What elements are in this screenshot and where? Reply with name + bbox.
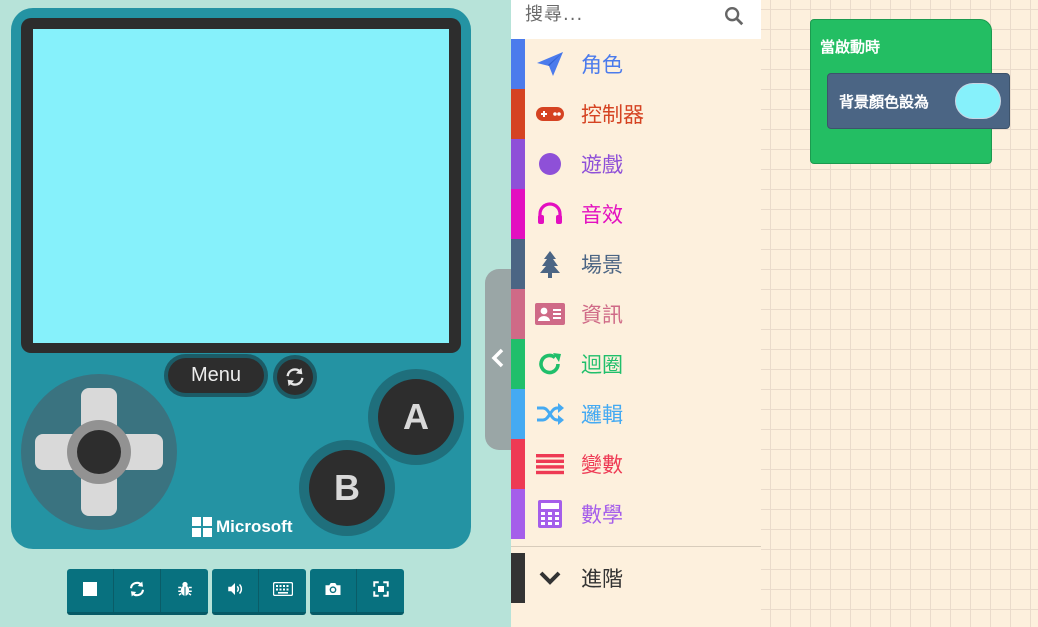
category-loops[interactable]: 迴圈 bbox=[511, 339, 761, 389]
simulator-toolbar bbox=[67, 569, 404, 615]
game-console: Menu A B Microsoft bbox=[11, 8, 471, 549]
category-label: 數學 bbox=[581, 503, 623, 527]
category-color-bar bbox=[511, 239, 525, 289]
category-label: 角色 bbox=[581, 53, 623, 77]
set-background-color-block[interactable]: 背景顏色設為 bbox=[827, 73, 1010, 129]
speaker-icon bbox=[226, 580, 244, 602]
menu-button[interactable]: Menu bbox=[164, 354, 268, 397]
category-game[interactable]: 遊戲 bbox=[511, 139, 761, 189]
category-label: 場景 bbox=[581, 253, 623, 277]
category-label: 變數 bbox=[581, 453, 623, 477]
category-math[interactable]: 數學 bbox=[511, 489, 761, 539]
paper-plane-icon bbox=[525, 39, 575, 89]
category-color-bar bbox=[511, 439, 525, 489]
id-card-icon bbox=[525, 289, 575, 339]
category-logic[interactable]: 邏輯 bbox=[511, 389, 761, 439]
on-start-label: 當啟動時 bbox=[820, 38, 881, 56]
simulator-panel: Menu A B Microsoft bbox=[0, 0, 511, 627]
collapse-simulator-button[interactable] bbox=[485, 269, 511, 450]
category-color-bar bbox=[511, 39, 525, 89]
keyboard-icon bbox=[272, 581, 293, 600]
category-label: 進階 bbox=[581, 567, 623, 591]
fullscreen-button[interactable] bbox=[357, 569, 404, 612]
set-background-color-label: 背景顏色設為 bbox=[839, 93, 930, 111]
stop-icon bbox=[83, 581, 97, 600]
circle-icon bbox=[525, 139, 575, 189]
brand-label: Microsoft bbox=[216, 517, 293, 536]
search-input[interactable] bbox=[525, 0, 725, 28]
category-color-bar bbox=[511, 89, 525, 139]
windows-logo-icon bbox=[192, 517, 212, 537]
loop-arrow-icon bbox=[525, 339, 575, 389]
button-a-ring: A bbox=[368, 369, 464, 465]
restart-button[interactable] bbox=[114, 569, 161, 612]
sound-button[interactable] bbox=[212, 569, 259, 612]
category-color-bar bbox=[511, 139, 525, 189]
toolbox-search bbox=[511, 0, 761, 39]
refresh-icon bbox=[277, 359, 313, 395]
list-icon bbox=[525, 439, 575, 489]
category-info[interactable]: 資訊 bbox=[511, 289, 761, 339]
category-advanced[interactable]: 進階 bbox=[511, 553, 761, 603]
screenshot-button[interactable] bbox=[310, 569, 357, 612]
calculator-icon bbox=[525, 489, 575, 539]
fullscreen-icon bbox=[372, 580, 390, 602]
category-label: 遊戲 bbox=[581, 153, 623, 177]
category-color-bar bbox=[511, 553, 525, 603]
category-label: 迴圈 bbox=[581, 353, 623, 377]
category-label: 音效 bbox=[581, 203, 623, 227]
button-a[interactable]: A bbox=[378, 379, 454, 455]
stop-button[interactable] bbox=[67, 569, 114, 612]
dpad-center bbox=[67, 420, 131, 484]
toolbox-divider bbox=[511, 546, 761, 547]
screen-bezel bbox=[21, 18, 461, 353]
category-sprites[interactable]: 角色 bbox=[511, 39, 761, 89]
menu-button-label: Menu bbox=[168, 358, 264, 393]
button-b-ring: B bbox=[299, 440, 395, 536]
category-color-bar bbox=[511, 189, 525, 239]
color-picker-field[interactable] bbox=[955, 83, 1001, 119]
toolbar-group-run bbox=[67, 569, 208, 615]
category-music[interactable]: 音效 bbox=[511, 189, 761, 239]
bug-icon bbox=[176, 580, 194, 602]
microsoft-logo: Microsoft bbox=[192, 517, 293, 537]
block-toolbox: 角色 控制器 遊戲 音效 bbox=[511, 0, 761, 627]
restart-icon bbox=[128, 580, 146, 602]
category-color-bar bbox=[511, 339, 525, 389]
toolbar-group-view bbox=[310, 569, 404, 615]
button-b[interactable]: B bbox=[309, 450, 385, 526]
camera-icon bbox=[324, 581, 342, 601]
shuffle-icon bbox=[525, 389, 575, 439]
category-color-bar bbox=[511, 289, 525, 339]
gamepad-icon bbox=[525, 89, 575, 139]
chevron-left-icon bbox=[491, 347, 505, 373]
category-label: 邏輯 bbox=[581, 403, 623, 427]
chevron-down-icon bbox=[525, 553, 575, 603]
category-scene[interactable]: 場景 bbox=[511, 239, 761, 289]
search-icon[interactable] bbox=[723, 5, 745, 27]
game-screen[interactable] bbox=[33, 29, 449, 343]
category-controller[interactable]: 控制器 bbox=[511, 89, 761, 139]
dpad[interactable] bbox=[21, 374, 177, 530]
category-color-bar bbox=[511, 489, 525, 539]
debug-button[interactable] bbox=[161, 569, 208, 612]
keyboard-button[interactable] bbox=[259, 569, 306, 612]
category-variables[interactable]: 變數 bbox=[511, 439, 761, 489]
category-color-bar bbox=[511, 389, 525, 439]
reset-button[interactable] bbox=[273, 355, 317, 399]
tree-icon bbox=[525, 239, 575, 289]
toolbar-group-io bbox=[212, 569, 306, 615]
category-label: 資訊 bbox=[581, 303, 623, 327]
code-workspace[interactable]: 當啟動時 背景顏色設為 bbox=[761, 0, 1038, 627]
headphones-icon bbox=[525, 189, 575, 239]
category-label: 控制器 bbox=[581, 103, 644, 127]
